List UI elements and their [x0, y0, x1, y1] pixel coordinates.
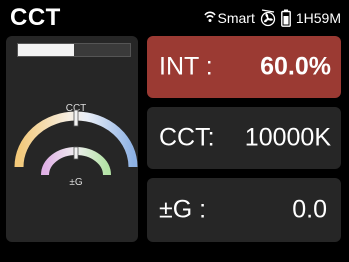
smart-label: Smart — [217, 10, 255, 26]
cct-value: 10000K — [244, 123, 331, 152]
battery-icon — [280, 9, 291, 27]
intensity-label: INT : — [159, 52, 213, 81]
cct-label: CCT: — [159, 123, 215, 152]
cct-marker — [73, 109, 79, 127]
battery-time: 1H59M — [295, 10, 341, 26]
cct-gm-gauge — [14, 109, 138, 176]
fan-icon — [260, 9, 276, 27]
intensity-panel[interactable]: INT : 60.0% — [147, 36, 341, 98]
gm-value: 0.0 — [292, 195, 327, 224]
gm-panel[interactable]: ±G : 0.0 — [147, 178, 341, 242]
cct-panel[interactable]: CCT: 10000K — [147, 107, 341, 169]
smart-wireless-icon — [203, 11, 217, 25]
preview-panel: CCT ±G — [6, 36, 138, 242]
status-indicators: Smart 1H59M — [203, 6, 341, 30]
gauge-gm-label: ±G — [69, 177, 83, 188]
mode-title: CCT — [10, 4, 61, 31]
gm-marker — [73, 146, 79, 160]
smart-indicator: Smart — [203, 10, 255, 26]
status-bar: CCT Smart 1H59M — [0, 0, 349, 36]
intensity-value: 60.0% — [260, 52, 331, 81]
gm-label: ±G : — [159, 195, 207, 224]
